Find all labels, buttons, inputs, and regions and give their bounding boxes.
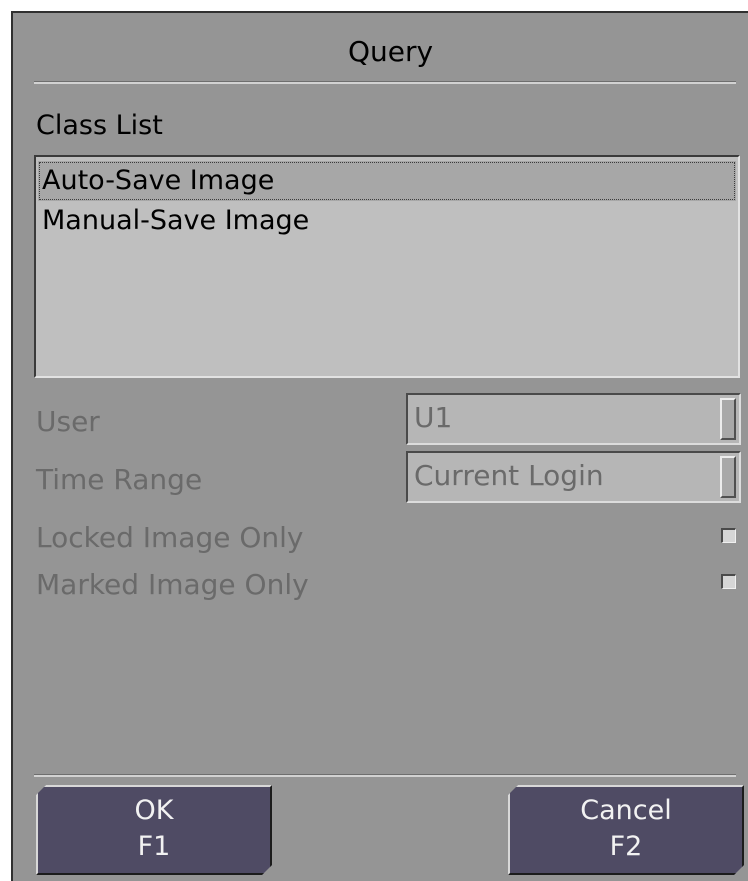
ok-button-key: F1 [137,831,171,862]
time-range-label: Time Range [36,463,203,496]
user-combo[interactable]: U1 [406,393,741,445]
user-dropdown-button[interactable] [720,398,736,440]
time-range-combo[interactable]: Current Login [406,451,741,503]
class-list-label: Class List [36,110,163,141]
class-listbox[interactable]: Auto-Save Image Manual-Save Image [34,155,740,378]
user-label: User [36,405,100,438]
title-divider [34,81,736,84]
user-combo-value: U1 [414,401,453,434]
dialog-title: Query [347,35,434,68]
list-item-auto-save-image[interactable]: Auto-Save Image [38,161,736,201]
footer-divider [34,774,736,777]
marked-image-only-checkbox[interactable] [721,574,736,589]
time-range-combo-value: Current Login [414,459,604,492]
cancel-button[interactable]: Cancel F2 [508,785,744,875]
ok-button[interactable]: OK F1 [36,785,272,875]
ok-button-label: OK [134,795,174,826]
cancel-button-label: Cancel [580,795,672,826]
marked-image-only-label: Marked Image Only [36,568,309,601]
list-item-manual-save-image[interactable]: Manual-Save Image [38,201,736,241]
time-range-dropdown-button[interactable] [720,456,736,498]
locked-image-only-checkbox[interactable] [721,528,736,543]
cancel-button-key: F2 [609,831,643,862]
locked-image-only-label: Locked Image Only [36,521,304,554]
query-dialog: Query Class List Auto-Save Image Manual-… [11,11,748,881]
